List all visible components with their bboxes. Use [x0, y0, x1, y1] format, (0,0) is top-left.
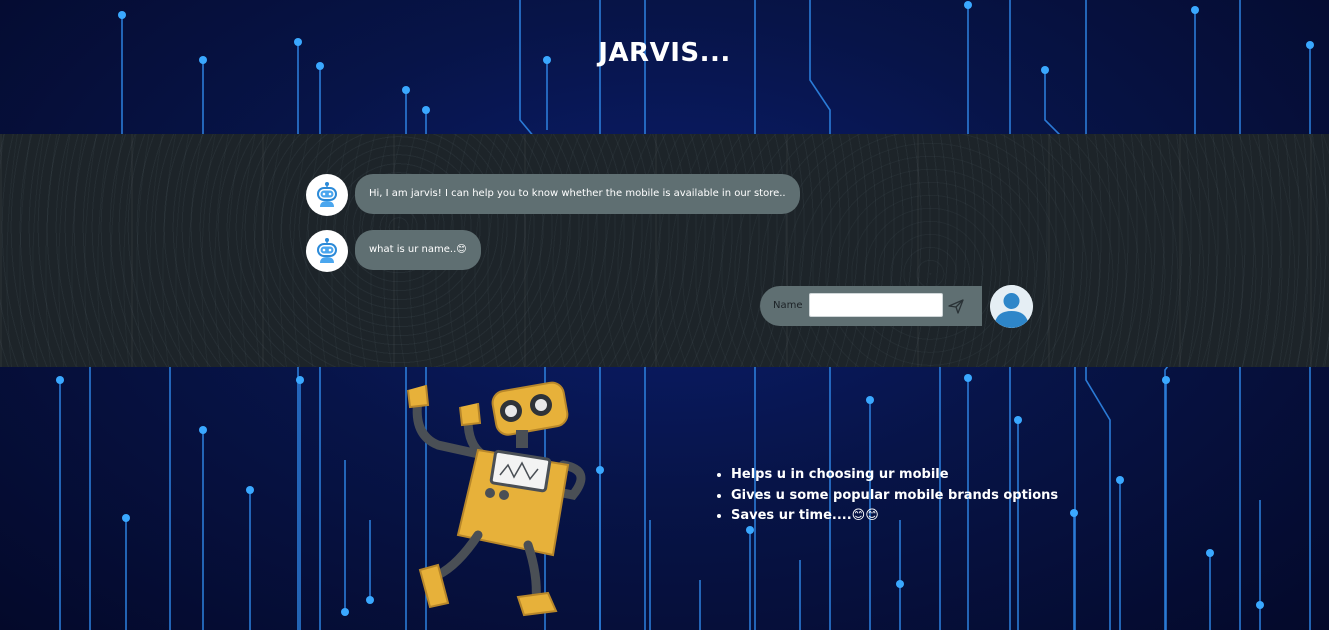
- bot-avatar-icon: [306, 174, 348, 216]
- page-title: JARVIS...: [598, 38, 731, 68]
- feature-item: Gives u some popular mobile brands optio…: [731, 486, 1058, 507]
- name-label: Name: [773, 300, 803, 311]
- user-avatar-icon: [990, 285, 1033, 328]
- robot-mascot: [407, 381, 586, 617]
- bot-avatar-icon: [306, 230, 348, 272]
- name-form: Name: [760, 286, 982, 326]
- feature-item: Helps u in choosing ur mobile: [731, 465, 1058, 486]
- chat-window: Hi, I am jarvis! I can help you to know …: [0, 134, 1329, 367]
- bot-message: what is ur name..😊: [355, 230, 481, 270]
- bot-message: Hi, I am jarvis! I can help you to know …: [355, 174, 800, 214]
- name-input[interactable]: [809, 293, 943, 317]
- send-icon[interactable]: [946, 296, 966, 316]
- feature-item: Saves ur time....😊😊: [731, 506, 1058, 527]
- feature-list: Helps u in choosing ur mobile Gives u so…: [714, 465, 1058, 527]
